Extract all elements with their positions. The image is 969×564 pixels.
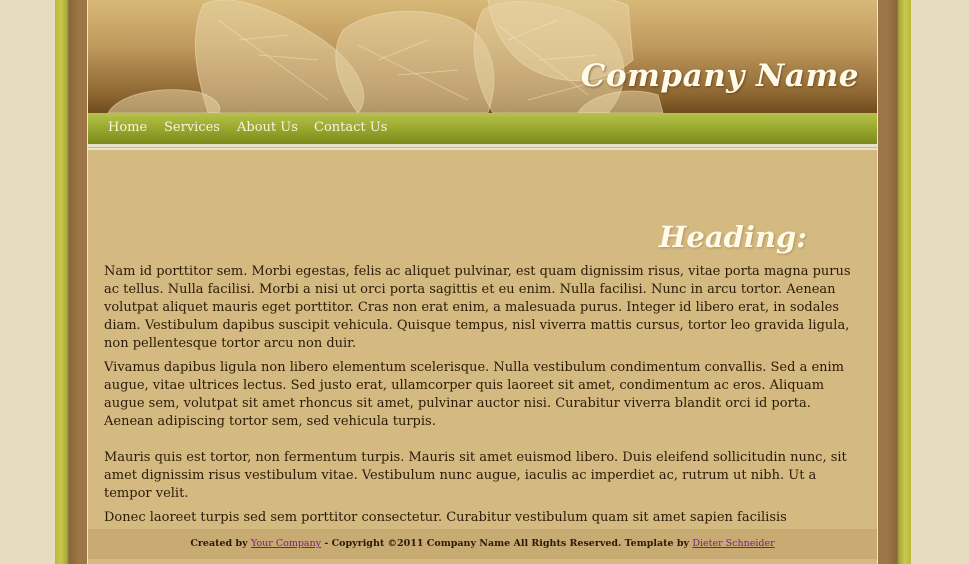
footer-author-link[interactable]: Dieter Schneider: [692, 538, 774, 549]
paragraph-1: Nam id porttitor sem. Morbi egestas, fel…: [104, 264, 851, 351]
nav-home[interactable]: Home: [108, 120, 147, 135]
page-container: Company Name Home Services About Us Cont…: [87, 0, 878, 564]
header-banner: Company Name: [88, 0, 877, 113]
nav-about-us[interactable]: About Us: [237, 120, 298, 135]
paragraph-2: Vivamus dapibus ligula non libero elemen…: [104, 360, 845, 429]
footer-copyright: - Copyright ©2011 Company Name All Right…: [324, 538, 690, 549]
main-content: Nam id porttitor sem. Morbi egestas, fel…: [104, 263, 864, 551]
main-nav: Home Services About Us Contact Us: [88, 113, 877, 147]
paragraph-3: Mauris quis est tortor, non fermentum tu…: [104, 450, 847, 501]
company-name-logo[interactable]: Company Name: [581, 58, 859, 94]
nav-contact-us[interactable]: Contact Us: [314, 120, 387, 135]
nav-services[interactable]: Services: [164, 120, 220, 135]
leaves-graphic: [107, 0, 664, 113]
footer-company-link[interactable]: Your Company: [251, 538, 321, 549]
page-heading: Heading:: [659, 220, 808, 254]
divider: [88, 148, 877, 150]
footer-created-by: Created by: [190, 538, 248, 549]
footer: Created by Your Company - Copyright ©201…: [88, 529, 877, 559]
